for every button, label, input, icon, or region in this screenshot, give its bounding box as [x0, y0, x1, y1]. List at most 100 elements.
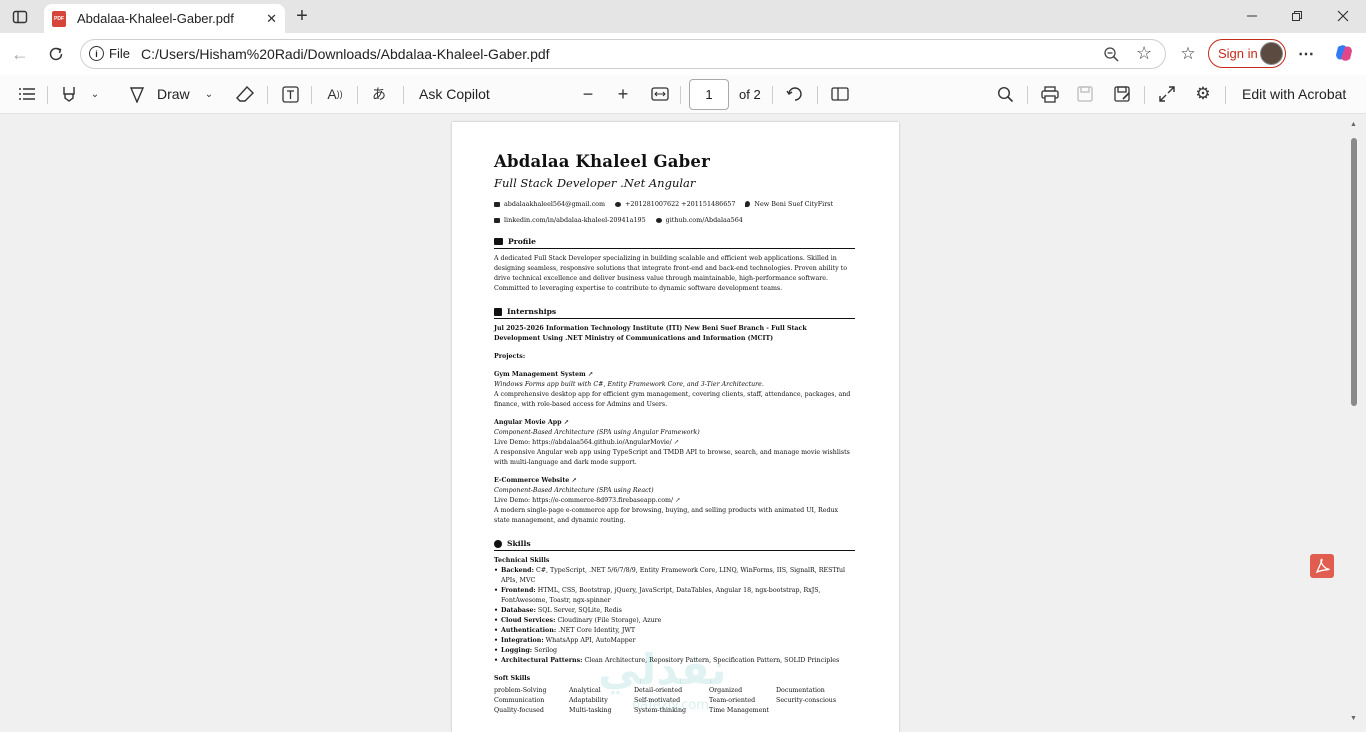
favorites-icon[interactable]: ☆	[1176, 42, 1200, 66]
resume-title: Full Stack Developer .Net Angular	[494, 176, 696, 190]
tab-actions-icon[interactable]	[10, 7, 30, 27]
project-name[interactable]: E-Commerce Website	[494, 477, 569, 484]
contact-row-2: linkedin.com/in/abdalaa-khaleel-20941a19…	[494, 216, 855, 224]
contact-row-1: abdalaakhaleel564@gmail.com +20128100762…	[494, 200, 855, 208]
soft-skill: Multi-tasking	[569, 707, 612, 714]
skill-item: Cloud Services: Cloudinary (File Storage…	[494, 616, 855, 626]
text-box-icon[interactable]	[279, 83, 301, 105]
project-item: Angular Movie App ↗ Component-Based Arch…	[494, 418, 855, 468]
read-aloud-icon[interactable]: A))	[324, 83, 346, 105]
sign-in-button[interactable]: Sign in	[1208, 39, 1286, 68]
zoom-out-icon[interactable]: −	[577, 83, 599, 105]
project-demo-link[interactable]: Live Demo: https://abdalaa564.github.io/…	[494, 439, 672, 446]
email-link[interactable]: abdalaakhaleel564@gmail.com	[494, 200, 605, 208]
github-text: github.com/Abdalaa564	[665, 216, 743, 224]
zoom-in-icon[interactable]: +	[612, 83, 634, 105]
email-text: abdalaakhaleel564@gmail.com	[504, 200, 606, 208]
new-tab-icon[interactable]: +	[291, 5, 313, 27]
favorite-star-icon[interactable]: ☆	[1136, 43, 1152, 64]
github-link[interactable]: github.com/Abdalaa564	[655, 216, 743, 224]
edit-with-acrobat-button[interactable]: Edit with Acrobat	[1242, 86, 1346, 102]
refresh-icon[interactable]	[44, 42, 68, 66]
skill-item: Database: SQL Server, SQLite, Redis	[494, 606, 855, 616]
envelope-icon	[494, 201, 500, 207]
close-tab-icon[interactable]: ✕	[266, 11, 277, 27]
scrollbar-thumb[interactable]	[1351, 138, 1357, 406]
vertical-scrollbar[interactable]: ▲ ▼	[1349, 118, 1359, 728]
external-link-icon[interactable]: ↗	[675, 497, 680, 504]
fit-to-width-icon[interactable]	[649, 83, 671, 105]
location: New Beni Suef CityFirst	[745, 200, 833, 208]
soft-skill: Documentation	[776, 687, 825, 694]
draw-pen-icon[interactable]	[126, 83, 148, 105]
linkedin-text: linkedin.com/in/abdalaa-khaleel-20941a19…	[504, 216, 646, 224]
tab-bar: PDF Abdalaa-Khaleel-Gaber.pdf ✕ +	[0, 0, 1366, 33]
external-link-icon[interactable]: ↗	[674, 439, 679, 446]
url-text[interactable]: C:/Users/Hisham%20Radi/Downloads/Abdalaa…	[141, 46, 550, 62]
project-description: A responsive Angular web app using TypeS…	[494, 449, 850, 466]
skill-item: Authentication: .NET Core Identity, JWT	[494, 626, 855, 636]
project-subtitle: Component-Based Architecture (SPA using …	[494, 429, 700, 436]
project-item: E-Commerce Website ↗ Component-Based Arc…	[494, 476, 855, 526]
project-subtitle: Component-Based Architecture (SPA using …	[494, 487, 654, 494]
rotate-icon[interactable]	[784, 83, 806, 105]
scroll-up-icon[interactable]: ▲	[1350, 121, 1357, 128]
project-description: A modern single-page e-commerce app for …	[494, 507, 839, 524]
back-icon[interactable]: ←	[8, 42, 32, 66]
page-view-icon[interactable]	[829, 83, 851, 105]
project-description: A comprehensive desktop app for efficien…	[494, 391, 851, 408]
info-icon[interactable]: i	[89, 46, 104, 61]
external-link-icon[interactable]: ↗	[571, 477, 576, 484]
page-number-input[interactable]: 1	[689, 79, 729, 110]
more-menu-icon[interactable]: ⋯	[1294, 42, 1318, 66]
zoom-icon[interactable]	[1103, 46, 1120, 68]
watermark-url: nafezly.com	[632, 698, 709, 713]
project-name[interactable]: Gym Management System	[494, 371, 586, 378]
phone-icon	[615, 201, 622, 207]
print-icon[interactable]	[1039, 83, 1061, 105]
draw-button[interactable]: Draw	[157, 86, 190, 102]
avatar	[1260, 42, 1283, 65]
soft-skill: Team-oriented	[709, 697, 756, 704]
save-as-icon[interactable]	[1111, 83, 1133, 105]
pdf-file-icon: PDF	[52, 10, 66, 27]
profile-heading: Profile	[494, 237, 855, 249]
fullscreen-icon[interactable]	[1156, 83, 1178, 105]
soft-skill: Security-conscious	[776, 697, 837, 704]
search-icon[interactable]	[994, 83, 1016, 105]
project-name[interactable]: Angular Movie App	[494, 419, 562, 426]
skill-item: Frontend: HTML, CSS, Bootstrap, jQuery, …	[494, 586, 855, 606]
chevron-down-icon[interactable]: ⌄	[88, 85, 102, 103]
restore-icon[interactable]	[1285, 5, 1309, 27]
contents-list-icon[interactable]	[16, 83, 38, 105]
acrobat-icon[interactable]	[1310, 554, 1334, 578]
active-tab[interactable]: PDF Abdalaa-Khaleel-Gaber.pdf ✕	[44, 4, 285, 33]
page-count-label: of 2	[739, 87, 761, 102]
project-demo-link[interactable]: Live Demo: https://e-commerce-8d973.fire…	[494, 497, 673, 504]
resume-name: Abdalaa Khaleel Gaber	[494, 152, 710, 171]
highlight-icon[interactable]	[58, 83, 80, 105]
settings-gear-icon[interactable]: ⚙	[1192, 83, 1214, 105]
address-bar[interactable]: i File C:/Users/Hisham%20Radi/Downloads/…	[80, 39, 1166, 69]
pdf-viewer: Abdalaa Khaleel Gaber Full Stack Develop…	[0, 114, 1366, 732]
pdf-toolbar: ⌄ Draw ⌄ A)) あ Ask Copilot − + 1 of 2 ⚙ …	[0, 75, 1366, 114]
translate-icon[interactable]: あ	[368, 83, 390, 105]
linkedin-link[interactable]: linkedin.com/in/abdalaa-khaleel-20941a19…	[494, 216, 646, 224]
project-subtitle: Windows Forms app built with C#, Entity …	[494, 381, 764, 388]
location-text: New Beni Suef CityFirst	[754, 200, 834, 208]
external-link-icon[interactable]: ↗	[564, 419, 569, 426]
id-card-icon	[494, 238, 503, 245]
project-item: Gym Management System ↗ Windows Forms ap…	[494, 370, 855, 410]
copilot-icon[interactable]	[1332, 41, 1356, 65]
save-icon	[1074, 83, 1096, 105]
eraser-icon[interactable]	[234, 83, 256, 105]
external-link-icon[interactable]: ↗	[588, 371, 593, 378]
scroll-down-icon[interactable]: ▼	[1350, 715, 1357, 722]
technical-skills-label: Technical Skills	[494, 557, 550, 564]
ask-copilot-button[interactable]: Ask Copilot	[419, 86, 490, 102]
skill-item: Backend: C#, TypeScript, .NET 5/6/7/8/9,…	[494, 566, 855, 586]
minimize-icon[interactable]	[1240, 5, 1264, 27]
profile-text: A dedicated Full Stack Developer special…	[494, 255, 847, 292]
close-window-icon[interactable]	[1331, 5, 1355, 27]
draw-chevron-down-icon[interactable]: ⌄	[202, 85, 216, 103]
